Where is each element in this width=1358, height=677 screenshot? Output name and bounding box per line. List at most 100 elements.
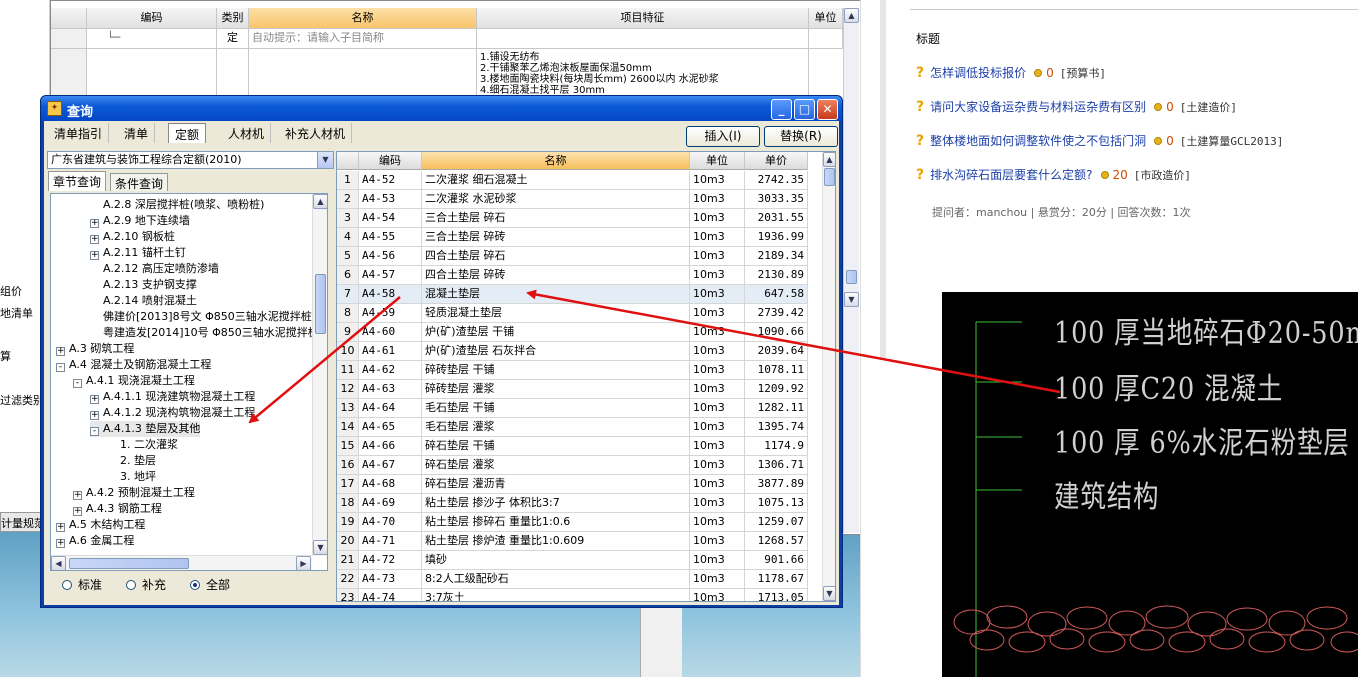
tree-node[interactable]: 佛建价[2013]8号文 Φ850三轴水泥搅拌桩 (90, 309, 312, 325)
grid-header-name[interactable]: 名称 (422, 152, 690, 170)
row-price[interactable]: 901.66 (745, 551, 808, 570)
row-name[interactable]: 粘土垫层 掺炉渣 重量比1:0.609 (422, 532, 690, 551)
row-price[interactable]: 647.58 (745, 285, 808, 304)
expand-icon[interactable]: + (73, 491, 82, 500)
row-code[interactable]: A4-70 (359, 513, 422, 532)
row-unit[interactable]: 10m3 (690, 494, 745, 513)
row-name[interactable]: 三合土垫层 碎石 (422, 209, 690, 228)
table-row[interactable]: 17 A4-68 碎石垫层 灌沥青 10m3 3877.89 (337, 475, 823, 494)
expand-icon[interactable]: + (90, 219, 99, 228)
table-row[interactable]: 1 A4-52 二次灌浆 细石混凝土 10m3 2742.35 (337, 171, 823, 190)
row-code[interactable]: A4-67 (359, 456, 422, 475)
row-code[interactable]: A4-61 (359, 342, 422, 361)
row-price[interactable]: 1078.11 (745, 361, 808, 380)
row-price[interactable]: 1395.74 (745, 418, 808, 437)
row-code[interactable]: A4-55 (359, 228, 422, 247)
table-row[interactable]: 6 A4-57 四合土垫层 碎砖 10m3 2130.89 (337, 266, 823, 285)
row-unit[interactable]: 10m3 (690, 304, 745, 323)
row-name[interactable]: 炉(矿)渣垫层 石灰拌合 (422, 342, 690, 361)
row-unit[interactable]: 10m3 (690, 171, 745, 190)
row-price[interactable]: 1090.66 (745, 323, 808, 342)
row-price[interactable]: 2130.89 (745, 266, 808, 285)
scroll-down-icon[interactable]: ▼ (823, 586, 835, 601)
back-row-code[interactable]: └─ (87, 29, 217, 49)
scroll-up-icon[interactable]: ▲ (313, 194, 327, 209)
row-unit[interactable]: 10m3 (690, 228, 745, 247)
row-name[interactable]: 碎石垫层 干铺 (422, 437, 690, 456)
row-unit[interactable]: 10m3 (690, 570, 745, 589)
close-icon[interactable]: ✕ (817, 99, 838, 120)
back-row-name-hint[interactable]: 自动提示：请输入子目简称 (249, 29, 477, 49)
back-header-code[interactable]: 编码 (87, 8, 217, 29)
expand-icon[interactable]: + (56, 539, 65, 548)
scroll-thumb[interactable] (846, 270, 857, 284)
tree-node[interactable]: 粤建造发[2014]10号 Φ850三轴水泥搅拌桩 (90, 325, 319, 341)
row-unit[interactable]: 10m3 (690, 456, 745, 475)
row-code[interactable]: A4-74 (359, 589, 422, 601)
table-row[interactable]: 18 A4-69 粘土垫层 掺沙子 体积比3:7 10m3 1075.13 (337, 494, 823, 513)
collapse-icon[interactable]: - (56, 363, 65, 372)
row-name[interactable]: 四合土垫层 碎石 (422, 247, 690, 266)
expand-icon[interactable]: + (90, 395, 99, 404)
row-price[interactable]: 2031.55 (745, 209, 808, 228)
back-header-unit[interactable]: 单位 (809, 8, 843, 29)
table-row[interactable]: 10 A4-61 炉(矿)渣垫层 石灰拌合 10m3 2039.64 (337, 342, 823, 361)
row-name[interactable]: 8:2人工级配砂石 (422, 570, 690, 589)
row-name[interactable]: 四合土垫层 碎砖 (422, 266, 690, 285)
row-price[interactable]: 1282.11 (745, 399, 808, 418)
tree-node[interactable]: 3. 地坪 (107, 469, 156, 485)
row-unit[interactable]: 10m3 (690, 475, 745, 494)
row-unit[interactable]: 10m3 (690, 380, 745, 399)
maximize-icon[interactable]: □ (794, 99, 815, 120)
radio-all[interactable]: 全部 (190, 576, 230, 593)
row-unit[interactable]: 10m3 (690, 532, 745, 551)
question-link[interactable]: 怎样调低投标报价 (930, 66, 1026, 80)
tree-scrollbar[interactable]: ▲ ▼ (312, 194, 327, 556)
collapse-icon[interactable]: - (90, 427, 99, 436)
row-code[interactable]: A4-72 (359, 551, 422, 570)
expand-icon[interactable]: + (90, 411, 99, 420)
dialog-title-bar[interactable]: ✦ 查询 _ □ ✕ (41, 96, 842, 121)
tree-node[interactable]: + A.4.1.2 现浇构筑物混凝土工程 (90, 405, 255, 421)
scroll-thumb[interactable] (69, 558, 189, 569)
row-unit[interactable]: 10m3 (690, 285, 745, 304)
question-item[interactable]: ? 整体楼地面如何调整软件使之不包括门洞 0 [土建算量GCL2013] (916, 132, 1283, 152)
back-header-name[interactable]: 名称 (249, 8, 477, 29)
subtab-chapter[interactable]: 章节查询 (48, 171, 107, 191)
row-unit[interactable]: 10m3 (690, 399, 745, 418)
tree-node[interactable]: 2. 垫层 (107, 453, 156, 469)
table-row[interactable]: 20 A4-71 粘土垫层 掺炉渣 重量比1:0.609 10m3 1268.57 (337, 532, 823, 551)
row-code[interactable]: A4-73 (359, 570, 422, 589)
left-label[interactable]: 过滤类别 (0, 392, 44, 408)
tree-node[interactable]: A.2.12 高压定喷防渗墙 (90, 261, 219, 277)
table-row[interactable]: 4 A4-55 三合土垫层 碎砖 10m3 1936.99 (337, 228, 823, 247)
row-code[interactable]: A4-63 (359, 380, 422, 399)
left-label[interactable]: 地清单 (0, 305, 33, 321)
tab-list-guide[interactable]: 清单指引 (48, 123, 110, 143)
tab-list[interactable]: 清单 (118, 123, 156, 143)
table-row[interactable]: 19 A4-70 粘土垫层 掺碎石 重量比1:0.6 10m3 1259.07 (337, 513, 823, 532)
tree-hscrollbar[interactable]: ◀ ▶ (51, 555, 312, 570)
row-code[interactable]: A4-65 (359, 418, 422, 437)
table-row[interactable]: 5 A4-56 四合土垫层 碎石 10m3 2189.34 (337, 247, 823, 266)
row-name[interactable]: 碎砖垫层 干铺 (422, 361, 690, 380)
subtab-condition[interactable]: 条件查询 (110, 173, 169, 191)
row-price[interactable]: 1713.05 (745, 589, 808, 601)
row-code[interactable]: A4-66 (359, 437, 422, 456)
row-code[interactable]: A4-59 (359, 304, 422, 323)
table-row[interactable]: 3 A4-54 三合土垫层 碎石 10m3 2031.55 (337, 209, 823, 228)
row-unit[interactable]: 10m3 (690, 190, 745, 209)
question-item[interactable]: ? 怎样调低投标报价 0 [预算书] (916, 64, 1106, 84)
table-row[interactable]: 23 A4-74 3:7灰土 10m3 1713.05 (337, 589, 823, 601)
question-category[interactable]: [市政造价] (1134, 169, 1191, 182)
row-price[interactable]: 2189.34 (745, 247, 808, 266)
scroll-up-icon[interactable]: ▲ (844, 8, 859, 23)
collapse-icon[interactable]: - (73, 379, 82, 388)
question-category[interactable]: [土建造价] (1180, 101, 1237, 114)
row-price[interactable]: 2742.35 (745, 171, 808, 190)
row-code[interactable]: A4-58 (359, 285, 422, 304)
question-link[interactable]: 排水沟碎石面层要套什么定额? (930, 168, 1092, 182)
table-row[interactable]: 15 A4-66 碎石垫层 干铺 10m3 1174.9 (337, 437, 823, 456)
tree-node[interactable]: + A.4.2 预制混凝土工程 (73, 485, 195, 501)
row-code[interactable]: A4-64 (359, 399, 422, 418)
